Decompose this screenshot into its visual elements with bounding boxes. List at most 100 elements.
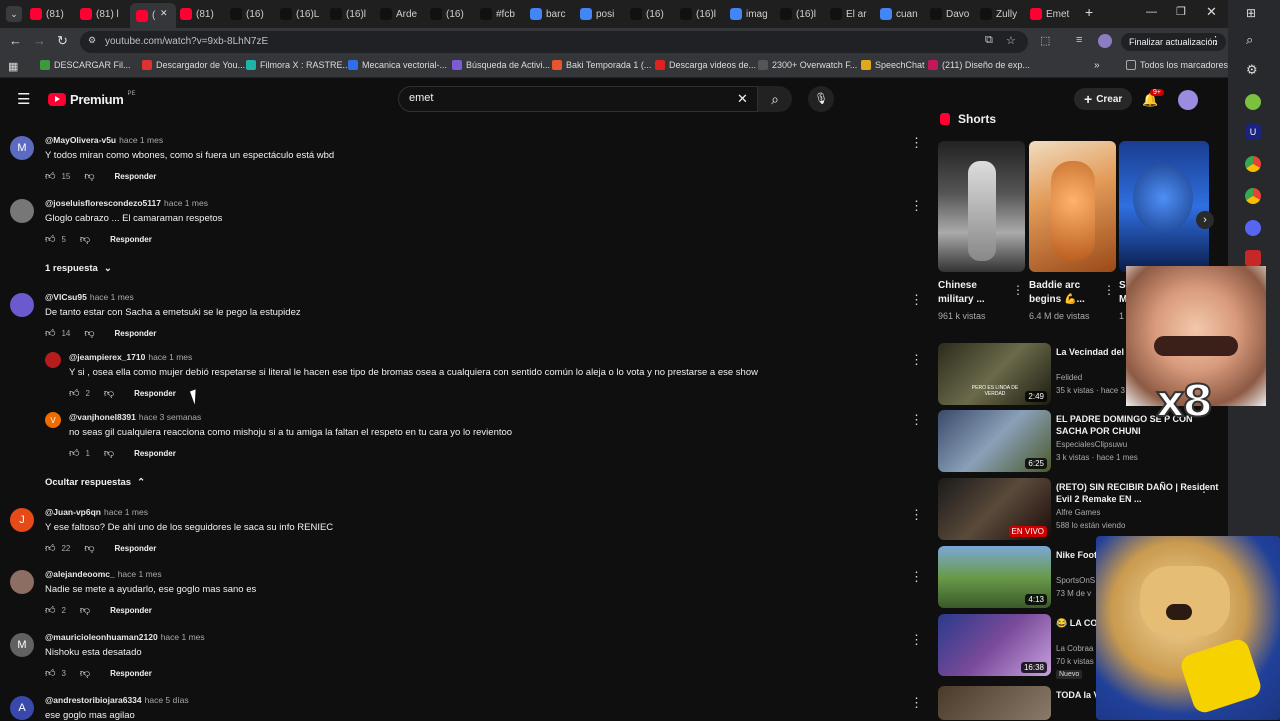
browser-tab[interactable]: (16) (230, 4, 276, 24)
browser-tab[interactable]: barc (530, 4, 576, 24)
chrome-menu-icon[interactable]: ⋮ (1210, 34, 1221, 47)
avatar[interactable]: V (45, 412, 61, 428)
browser-tab[interactable]: (16) (430, 4, 476, 24)
browser-tab[interactable]: Arde (380, 4, 426, 24)
dislike-icon[interactable]: 👎︎ (80, 233, 90, 245)
bookmark-item[interactable]: Búsqueda de Activi... (452, 60, 550, 70)
url-bar[interactable]: ⚙ youtube.com/watch?v=9xb-8LhN7zE ⧉ ☆ (80, 31, 1028, 53)
browser-tab[interactable]: Emet (1030, 4, 1076, 24)
comment-menu-icon[interactable]: ⋮ (910, 570, 923, 583)
related-thumbnail[interactable]: 4:13 (938, 546, 1051, 608)
avatar[interactable] (10, 570, 34, 594)
comment-author[interactable]: @VICsu95 hace 1 mes (45, 292, 134, 302)
comment-menu-icon[interactable]: ⋮ (910, 508, 923, 521)
comment-author[interactable]: @alejandeoomc_ hace 1 mes (45, 569, 162, 579)
dislike-icon[interactable]: 👎︎ (104, 387, 114, 399)
bookmark-item[interactable]: Baki Temporada 1 (... (552, 60, 651, 70)
search-box[interactable]: ✕ (398, 86, 758, 112)
maximize-button[interactable]: ❐ (1176, 5, 1186, 18)
comment-author[interactable]: @joseluisflorescondezo5117 hace 1 mes (45, 198, 208, 208)
dislike-icon[interactable]: 👎︎ (80, 604, 90, 616)
related-channel[interactable]: EspecialesClipsuwu (1056, 440, 1224, 449)
short-menu-icon[interactable]: ⋮ (1103, 283, 1115, 297)
forward-icon[interactable]: → (33, 33, 46, 48)
comment-author[interactable]: @jeampierex_1710 hace 1 mes (69, 352, 192, 362)
bookmark-item[interactable]: SpeechChat (861, 60, 925, 70)
short-thumbnail[interactable] (938, 141, 1025, 272)
app-icon-red[interactable] (1245, 250, 1261, 266)
app-icon-green[interactable] (1245, 94, 1261, 110)
comment-author[interactable]: @vanjhonel8391 hace 3 semanas (69, 412, 201, 422)
chrome-icon-2[interactable] (1245, 188, 1261, 204)
comment-menu-icon[interactable]: ⋮ (910, 293, 923, 306)
dislike-icon[interactable]: 👎︎ (84, 170, 94, 182)
comment-author[interactable]: @andrestoribiojara6334 hace 5 días (45, 695, 189, 705)
dislike-icon[interactable]: 👎︎ (80, 667, 90, 679)
browser-tab[interactable]: (16)L (280, 4, 326, 24)
hamburger-icon[interactable]: ☰ (17, 90, 30, 108)
browser-tab[interactable]: (16)l (680, 4, 726, 24)
search-sidebar-icon[interactable]: ⌕ (1246, 32, 1253, 48)
search-button[interactable]: ⌕ (758, 86, 792, 112)
avatar[interactable]: A (10, 696, 34, 720)
avatar[interactable] (10, 199, 34, 223)
bookmark-item[interactable]: 2300+ Overwatch F... (758, 60, 857, 70)
reply-button[interactable]: Responder (134, 389, 176, 398)
related-thumbnail[interactable]: PERO ES LINDA DE VERDAD 2:49 (938, 343, 1051, 405)
comment-menu-icon[interactable]: ⋮ (910, 199, 923, 212)
browser-tab[interactable]: El ar (830, 4, 876, 24)
browser-tab[interactable]: Davo (930, 4, 976, 24)
apps-icon[interactable]: ▦ (8, 60, 18, 73)
extensions-icon[interactable]: ⬚ (1040, 34, 1050, 47)
gear-icon[interactable]: ⚙ (1246, 62, 1258, 78)
account-avatar[interactable] (1178, 90, 1198, 110)
bookmark-item[interactable]: DESCARGAR Fil... (40, 60, 131, 70)
discord-icon[interactable] (1245, 220, 1261, 236)
browser-tab[interactable]: (81) (180, 4, 226, 24)
bookmark-item[interactable]: Filmora X : RASTRE... (246, 60, 350, 70)
short-thumbnail[interactable] (1119, 141, 1209, 272)
bookmarks-overflow-icon[interactable]: » (1094, 60, 1100, 71)
browser-tab[interactable]: (16)l (330, 4, 376, 24)
media-icon[interactable]: ≡ (1076, 34, 1082, 46)
close-tab-icon[interactable]: ✕ (160, 8, 168, 19)
short-title[interactable]: Baddie arc begins 💪... (1029, 279, 1099, 307)
dislike-icon[interactable]: 👎︎ (104, 447, 114, 459)
avatar[interactable]: M (10, 136, 34, 160)
like-icon[interactable]: 👍︎ (69, 387, 79, 399)
shorts-next-button[interactable]: › (1196, 211, 1214, 229)
reply-button[interactable]: Responder (110, 235, 152, 244)
dislike-icon[interactable]: 👎︎ (84, 327, 94, 339)
windows-icon[interactable]: ⊞ (1246, 6, 1256, 20)
comment-author[interactable]: @mauricioleonhuaman2120 hace 1 mes (45, 632, 205, 642)
like-icon[interactable]: 👍︎ (69, 447, 79, 459)
bookmark-item[interactable]: Descargador de You... (142, 60, 245, 70)
youtube-logo[interactable]: Premium PE (48, 91, 136, 107)
related-thumbnail[interactable] (938, 686, 1051, 720)
reload-icon[interactable]: ↻ (57, 33, 68, 49)
bookmark-item[interactable]: (211) Diseño de exp... (928, 60, 1030, 70)
reply-button[interactable]: Responder (115, 329, 157, 338)
clear-search-icon[interactable]: ✕ (737, 91, 748, 107)
avatar[interactable] (10, 293, 34, 317)
comment-menu-icon[interactable]: ⋮ (910, 696, 923, 709)
reply-button[interactable]: Responder (134, 449, 176, 458)
browser-tab[interactable]: (16)l (780, 4, 826, 24)
like-icon[interactable]: 👍︎ (45, 327, 55, 339)
chrome-icon[interactable] (1245, 156, 1261, 172)
browser-tab[interactable]: (16) (630, 4, 676, 24)
profile-icon[interactable] (1098, 34, 1112, 48)
close-window-button[interactable]: ✕ (1206, 4, 1217, 20)
new-tab-button[interactable]: + (1085, 4, 1093, 20)
avatar[interactable]: M (10, 633, 34, 657)
reply-button[interactable]: Responder (110, 606, 152, 615)
minimize-button[interactable]: — (1146, 6, 1157, 18)
voice-search-button[interactable]: 🎙 (808, 86, 834, 112)
like-icon[interactable]: 👍︎ (45, 604, 55, 616)
install-icon[interactable]: ⧉ (985, 34, 993, 47)
short-title[interactable]: Chinese military ... (938, 279, 1008, 307)
related-channel[interactable]: Alfre Games (1056, 508, 1224, 517)
dislike-icon[interactable]: 👎︎ (84, 542, 94, 554)
tab-search-button[interactable]: ⌄ (6, 6, 22, 22)
related-thumbnail[interactable]: 6:25 (938, 410, 1051, 472)
